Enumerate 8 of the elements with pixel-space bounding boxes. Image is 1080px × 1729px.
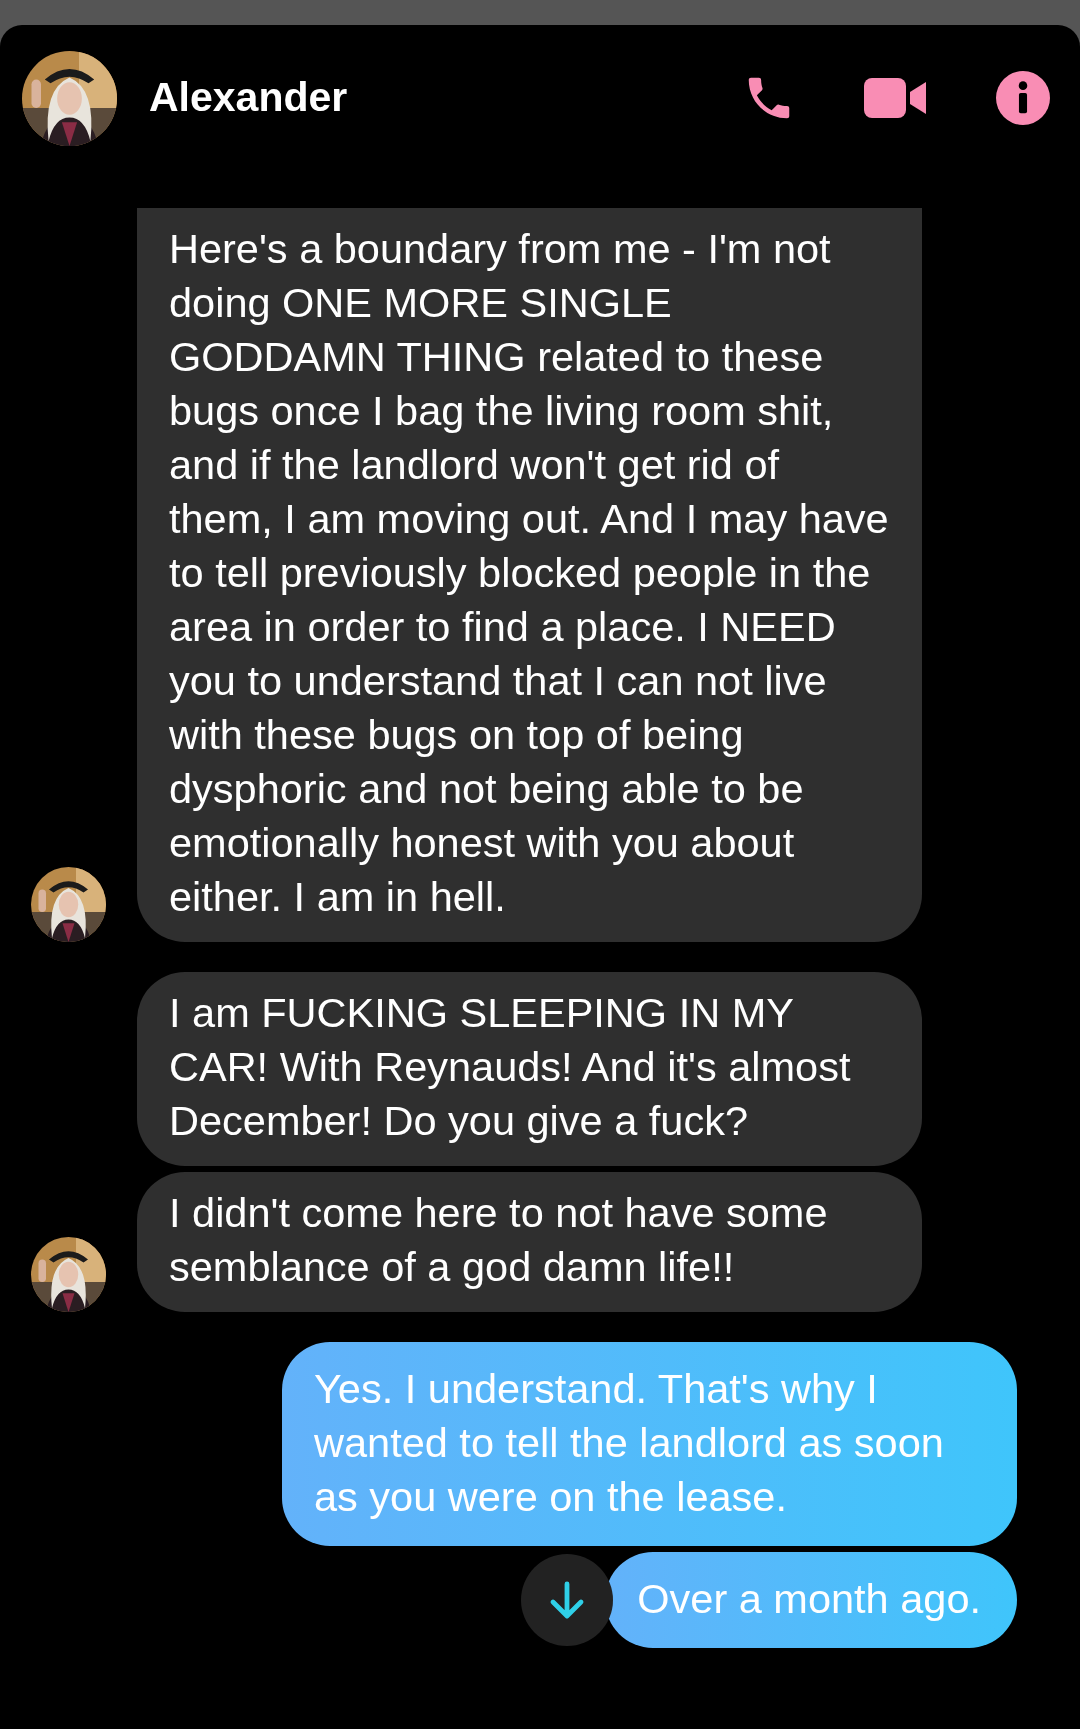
message-bubble: Yes. I understand. That's why I wanted to tell the landlord as soon as you were on the lease.	[282, 1341, 1017, 1546]
message-bubble: I am FUCKING SLEEPING IN MY CAR! With Reynauds! And it's almost December! Do you give a fuck?	[137, 971, 922, 1166]
video-camera-icon[interactable]	[864, 76, 928, 120]
arrow-down-icon	[549, 1579, 586, 1620]
message-bubble: Here's a boundary from me - I'm not doing ONE MORE SINGLE GODDAMN THING related to these bugs once I bag the living room shit, and if the landlord won't get rid of them, I am moving out. And I may have to tell previously blocked people in the area in order to find a place. I NEED you to understand that I can not live with these bugs on top of being dysphoric and not being able to be emotionally honest with you about either. I am in hell.	[137, 207, 922, 942]
contact-name: Alexander	[149, 73, 348, 123]
info-icon[interactable]	[996, 71, 1050, 125]
message-bubble: I didn't come here to not have some semblance of a god damn life!!	[137, 1171, 922, 1312]
